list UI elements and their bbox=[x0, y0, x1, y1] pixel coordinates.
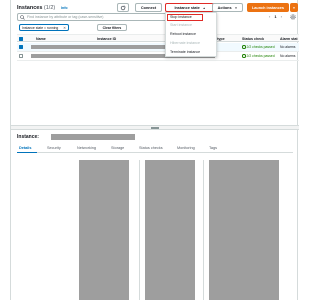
row-checkbox[interactable] bbox=[19, 54, 23, 58]
redacted-detail-column bbox=[145, 160, 195, 300]
ec2-console-frame: Instances (1/2) Info Connect Instance st… bbox=[10, 0, 299, 300]
caret-down-icon: ▼ bbox=[292, 5, 296, 10]
tab-networking[interactable]: Networking bbox=[77, 146, 96, 150]
details-tabs: Details Security Networking Storage Stat… bbox=[17, 144, 293, 153]
close-icon[interactable]: ✕ bbox=[63, 26, 66, 30]
column-divider bbox=[203, 160, 204, 300]
redacted-instance-id bbox=[51, 134, 135, 140]
drag-handle-icon[interactable] bbox=[151, 126, 159, 129]
launch-options-button[interactable]: ▼ bbox=[290, 3, 298, 12]
page-title: Instances (1/2) bbox=[17, 5, 56, 11]
column-name[interactable]: Name bbox=[36, 37, 46, 41]
status-check-value: 2/2 checks passed bbox=[242, 45, 275, 49]
menu-item-hibernate-instance[interactable]: Hibernate instance bbox=[170, 41, 200, 45]
menu-item-start-instance[interactable]: Start instance bbox=[170, 23, 192, 27]
column-alarm-status[interactable]: Alarm stat bbox=[280, 37, 298, 41]
check-circle-icon bbox=[242, 45, 246, 49]
next-page-icon[interactable]: › bbox=[281, 14, 282, 19]
details-title: Instance: bbox=[17, 134, 39, 140]
clear-filters-button[interactable]: Clear filters bbox=[97, 24, 127, 31]
alarm-status-value: No alarms bbox=[280, 45, 296, 49]
refresh-icon bbox=[120, 5, 126, 10]
tab-details[interactable]: Details bbox=[19, 146, 31, 150]
tab-storage[interactable]: Storage bbox=[111, 146, 124, 150]
column-divider bbox=[139, 160, 140, 300]
menu-item-reboot-instance[interactable]: Reboot instance bbox=[170, 32, 196, 36]
alarm-status-value: No alarms bbox=[280, 54, 296, 58]
table-header: Name Instance ID ance type Status check … bbox=[17, 34, 299, 42]
table-row[interactable]: 2/2 checks passed No alarms bbox=[17, 52, 299, 61]
instance-state-menu: Stop instance Start instance Reboot inst… bbox=[165, 12, 217, 57]
pagination: ‹ 1 › bbox=[269, 14, 282, 19]
tab-status-checks[interactable]: Status checks bbox=[139, 146, 163, 150]
caret-down-icon: ▲ bbox=[202, 5, 206, 10]
menu-item-terminate-instance[interactable]: Terminate instance bbox=[170, 50, 200, 54]
check-circle-icon bbox=[242, 54, 246, 58]
filter-chip[interactable]: Instance state = running ✕ bbox=[19, 24, 69, 31]
tab-tags[interactable]: Tags bbox=[209, 146, 217, 150]
active-tab-indicator bbox=[17, 151, 37, 153]
menu-item-stop-instance[interactable]: Stop instance bbox=[170, 15, 192, 19]
details-panel: Instance: Details Security Networking St… bbox=[11, 131, 299, 300]
instance-state-button[interactable]: Instance state ▲ bbox=[165, 3, 215, 12]
column-status-check[interactable]: Status check bbox=[242, 37, 264, 41]
info-link[interactable]: Info bbox=[61, 6, 68, 10]
launch-instances-button[interactable]: Launch instances bbox=[247, 3, 289, 12]
status-check-value: 2/2 checks passed bbox=[242, 54, 275, 58]
select-all-checkbox[interactable] bbox=[19, 36, 23, 41]
row-checkbox[interactable] bbox=[19, 45, 23, 49]
column-instance-id[interactable]: Instance ID bbox=[97, 37, 116, 41]
actions-button[interactable]: Actions ▼ bbox=[212, 3, 243, 12]
table-row[interactable]: 2/2 checks passed No alarms bbox=[17, 43, 299, 52]
connect-button[interactable]: Connect bbox=[135, 3, 162, 12]
instances-panel: Instances (1/2) Info Connect Instance st… bbox=[11, 0, 299, 126]
prev-page-icon[interactable]: ‹ bbox=[269, 14, 270, 19]
page-number[interactable]: 1 bbox=[274, 14, 276, 19]
redacted-detail-column bbox=[209, 160, 279, 300]
redacted-detail-column bbox=[79, 160, 129, 300]
tab-monitoring[interactable]: Monitoring bbox=[177, 146, 195, 150]
caret-down-icon: ▼ bbox=[234, 5, 238, 10]
search-icon bbox=[20, 14, 25, 20]
tab-security[interactable]: Security bbox=[47, 146, 61, 150]
refresh-button[interactable] bbox=[117, 3, 129, 12]
instance-count: (1/2) bbox=[43, 5, 56, 11]
gear-icon[interactable] bbox=[290, 14, 296, 20]
panel-resize-divider[interactable] bbox=[11, 126, 299, 130]
